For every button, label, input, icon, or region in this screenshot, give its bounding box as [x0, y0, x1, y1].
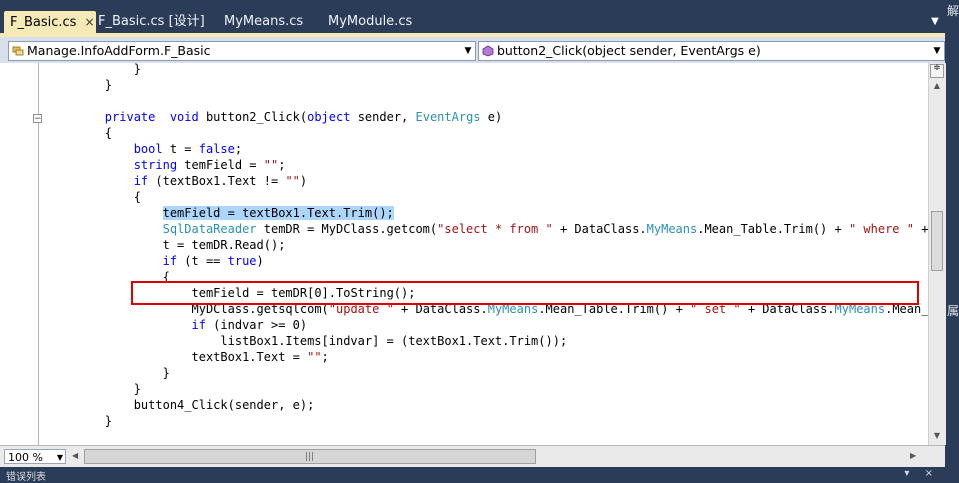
code-line[interactable]: SqlDataReader temDR = MyDClass.getcom("s… [47, 221, 928, 237]
panel-pin-icon[interactable]: ▾ × [904, 468, 939, 479]
tab-f-basic-cs[interactable]: F_Basic.cs × [4, 11, 96, 33]
code-line[interactable]: if (t == true) [47, 253, 264, 269]
tab-label: F_Basic.cs [10, 15, 77, 30]
code-line[interactable]: } [47, 381, 141, 397]
code-line[interactable]: string temField = ""; [47, 157, 286, 173]
class-icon [12, 46, 24, 56]
scroll-thumb[interactable] [931, 211, 943, 271]
class-dropdown[interactable]: Manage.InfoAddForm.F_Basic ▼ [8, 41, 476, 61]
tab-mymodule-cs[interactable]: MyModule.cs [322, 11, 424, 33]
code-line[interactable]: temField = temDR[0].ToString(); [47, 285, 416, 301]
code-editor[interactable]: − } } private void button2_Click(object … [0, 63, 928, 445]
member-dropdown-value: button2_Click(object sender, EventArgs e… [497, 43, 761, 58]
editor-status-bar: 100 % ▼ ◀ ||| ▶ [0, 445, 945, 468]
grip-icon: ||| [305, 452, 315, 462]
zoom-dropdown[interactable]: 100 % ▼ [4, 449, 66, 464]
collapse-toggle-icon[interactable]: − [33, 114, 42, 124]
horizontal-scrollbar-thumb[interactable]: ||| [84, 449, 536, 464]
code-line[interactable]: temField = textBox1.Text.Trim(); [47, 205, 394, 221]
tab-f-basic-designer[interactable]: F_Basic.cs [设计] [92, 11, 208, 33]
line-gutter [0, 63, 30, 445]
side-label[interactable]: 解 [947, 2, 959, 19]
code-line[interactable]: textBox1.Text = ""; [47, 349, 329, 365]
chevron-down-icon[interactable]: ▼ [930, 42, 944, 60]
code-line[interactable]: { [47, 125, 112, 141]
right-panel-edge: 解 属 [945, 0, 959, 481]
chevron-down-icon[interactable]: ▼ [461, 42, 475, 60]
scroll-left-arrow-icon[interactable]: ◀ [72, 451, 78, 460]
code-line[interactable]: } [47, 365, 170, 381]
side-label[interactable]: 属 [947, 302, 959, 319]
code-line[interactable]: t = temDR.Read(); [47, 237, 286, 253]
code-line[interactable]: if (textBox1.Text != "") [47, 173, 307, 189]
code-line[interactable]: button4_Click(sender, e); [47, 397, 315, 413]
scroll-right-arrow-icon[interactable]: ▶ [910, 451, 916, 460]
document-tab-bar: F_Basic.cs × F_Basic.cs [设计] MyMeans.cs M… [0, 0, 959, 37]
zoom-value: 100 % [8, 451, 43, 464]
tab-label: MyModule.cs [328, 14, 413, 29]
method-icon [482, 45, 494, 57]
code-line[interactable]: private void button2_Click(object sender… [47, 109, 502, 125]
tab-mymeans-cs[interactable]: MyMeans.cs [218, 11, 314, 33]
code-line[interactable]: } [47, 77, 112, 93]
member-dropdown[interactable]: button2_Click(object sender, EventArgs e… [478, 41, 945, 61]
code-line[interactable]: if (indvar >= 0) [47, 317, 308, 333]
scroll-down-arrow-icon[interactable]: ▼ [931, 431, 943, 441]
code-line[interactable]: { [47, 269, 170, 285]
chevron-down-icon[interactable]: ▼ [57, 450, 63, 465]
code-line[interactable]: { [47, 189, 141, 205]
code-line[interactable]: MyDClass.getsqlcom("update " + DataClass… [47, 301, 929, 317]
code-line[interactable]: } [47, 63, 141, 77]
tab-overflow-menu-icon[interactable]: ▼ [926, 11, 944, 33]
scroll-up-arrow-icon[interactable]: ▲ [931, 81, 943, 91]
navigation-bar: Manage.InfoAddForm.F_Basic ▼ button2_Cli… [0, 37, 945, 64]
tab-label: MyMeans.cs [224, 14, 304, 29]
class-dropdown-value: Manage.InfoAddForm.F_Basic [27, 43, 211, 58]
vertical-scrollbar[interactable]: ≑ ▲ ▼ [928, 63, 946, 445]
code-line[interactable]: listBox1.Items[indvar] = (textBox1.Text.… [47, 333, 567, 349]
tab-label: F_Basic.cs [设计] [98, 14, 205, 29]
split-handle-icon[interactable]: ≑ [930, 64, 944, 78]
bottom-panel-header: 错误列表 ▾ × [0, 467, 945, 483]
code-line[interactable]: bool t = false; [47, 141, 242, 157]
code-line[interactable]: } [47, 413, 112, 429]
